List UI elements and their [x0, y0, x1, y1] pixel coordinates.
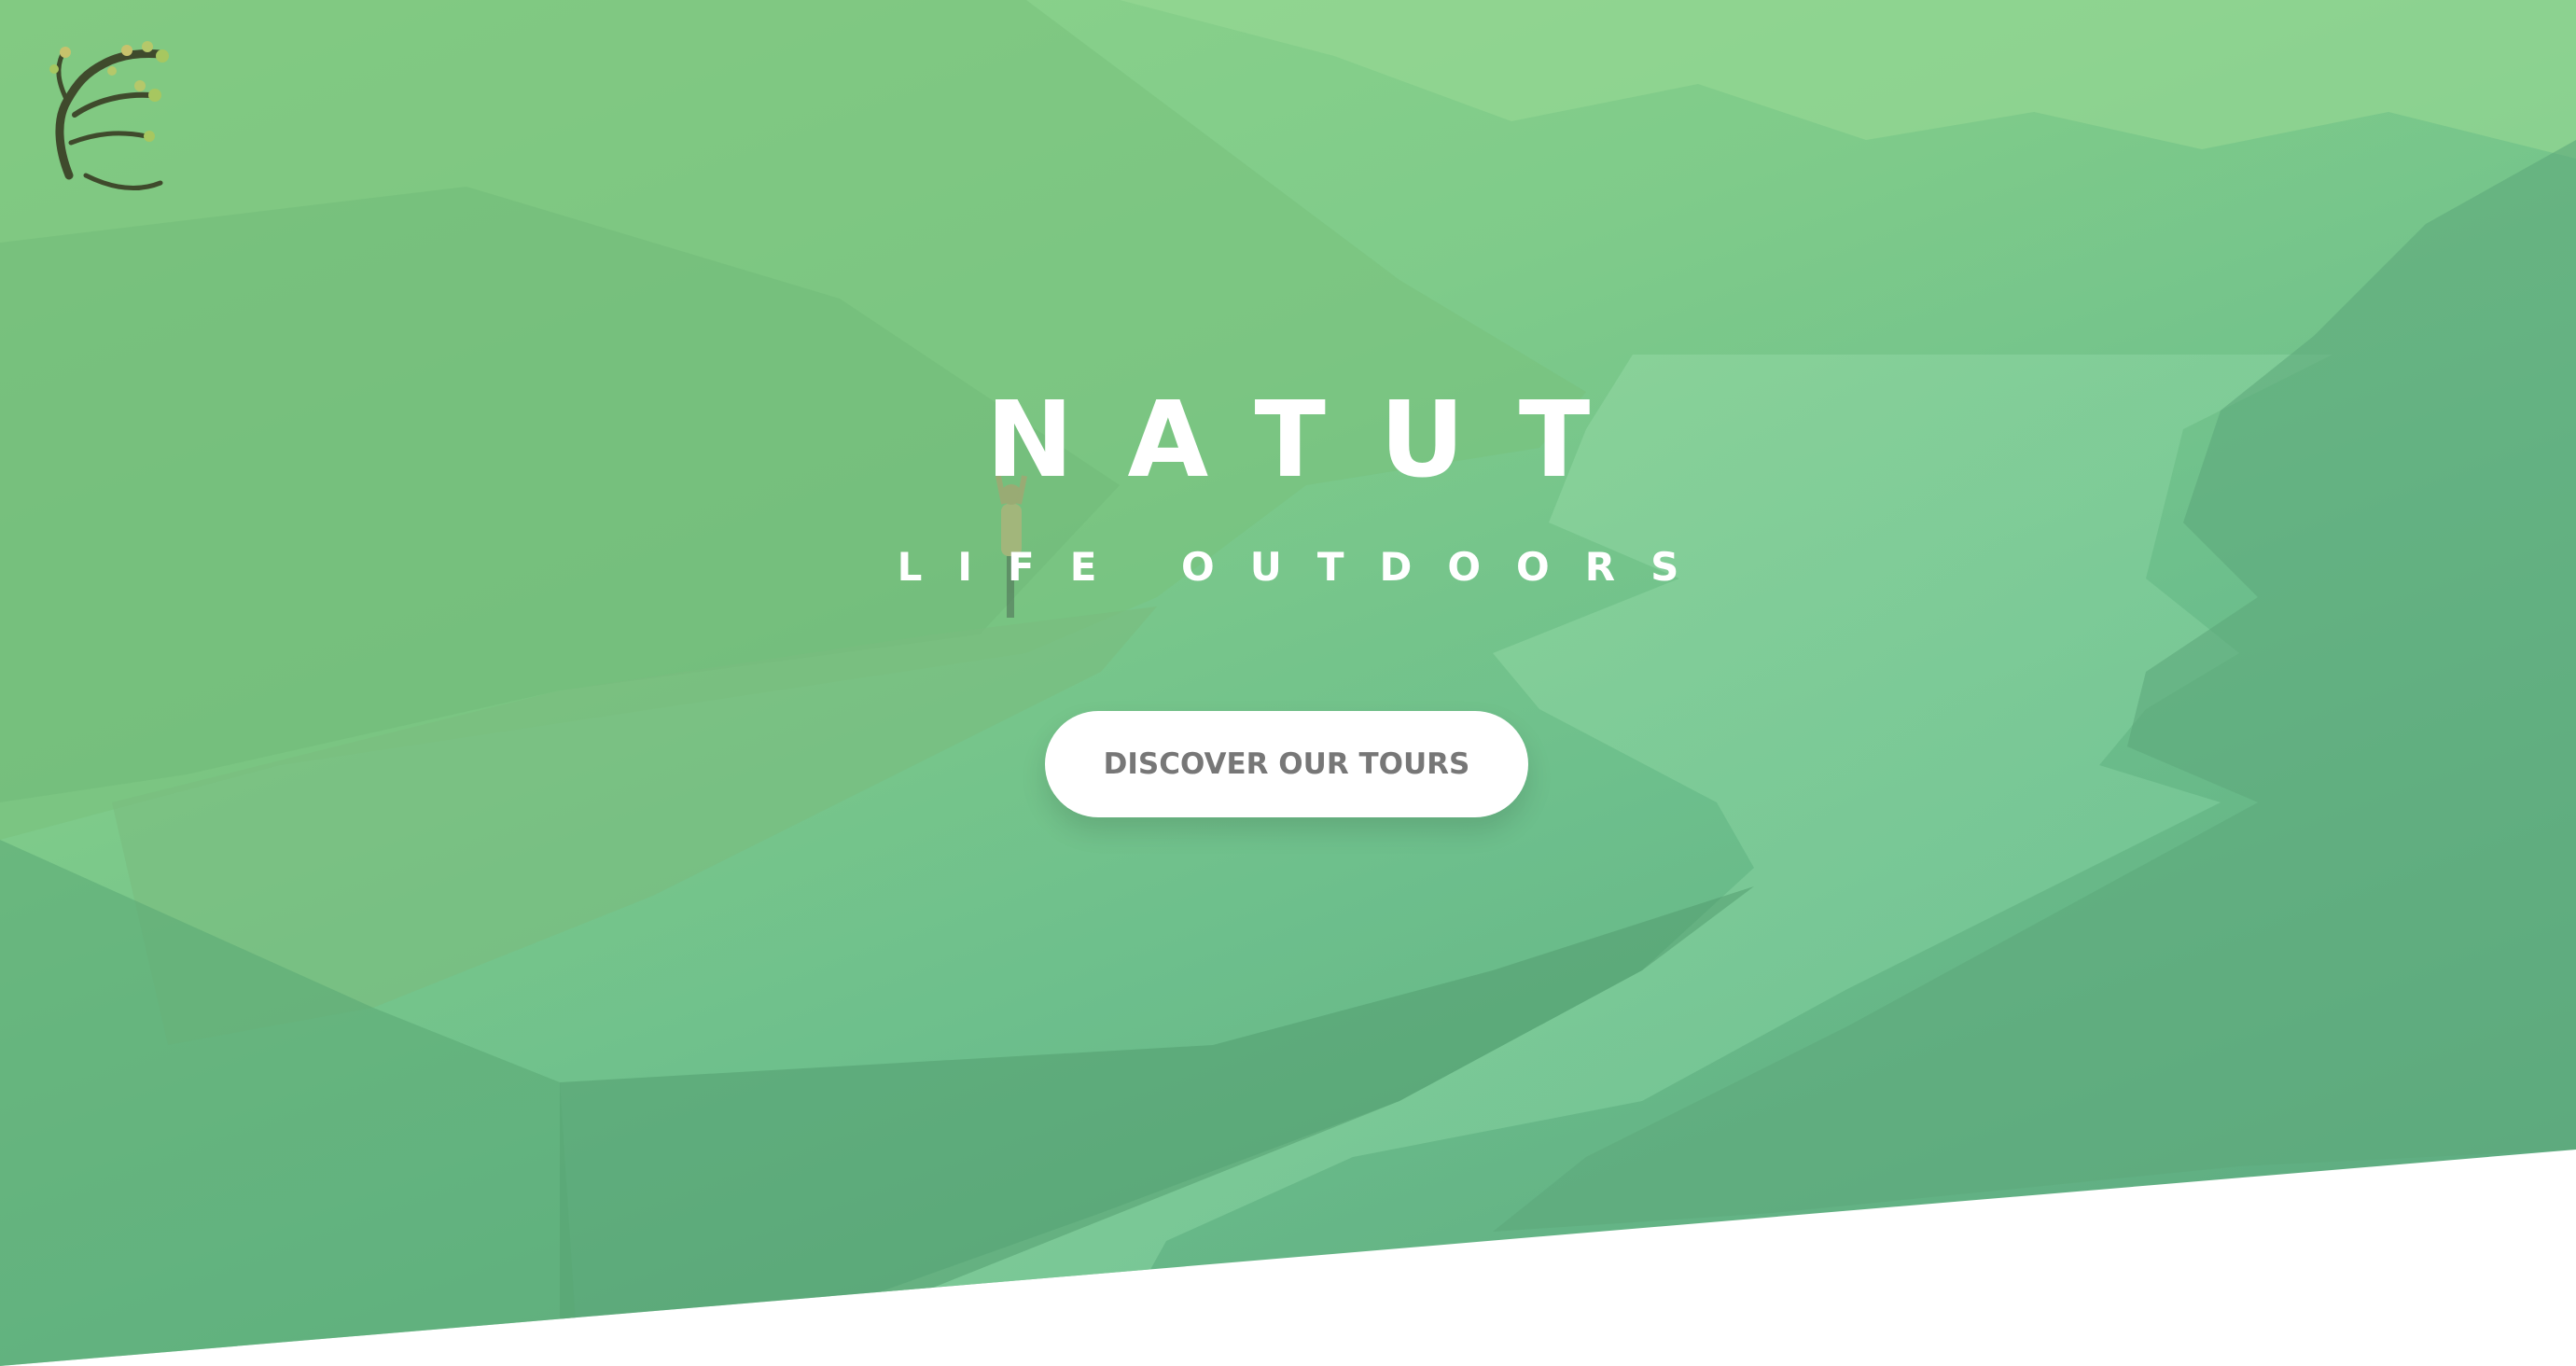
discover-tours-button[interactable]: DISCOVER OUR TOURS	[1045, 711, 1528, 817]
hero-section: NATUT LIFE OUTDOORS DISCOVER OUR TOURS	[0, 0, 2576, 1366]
hero-title: NATUT	[985, 380, 1645, 501]
page: NATUT LIFE OUTDOORS DISCOVER OUR TOURS	[0, 0, 2576, 1366]
tree-logo-icon[interactable]	[30, 26, 188, 194]
hero-subtitle: LIFE OUTDOORS	[897, 544, 1715, 590]
hero-background-image	[0, 0, 2576, 1366]
